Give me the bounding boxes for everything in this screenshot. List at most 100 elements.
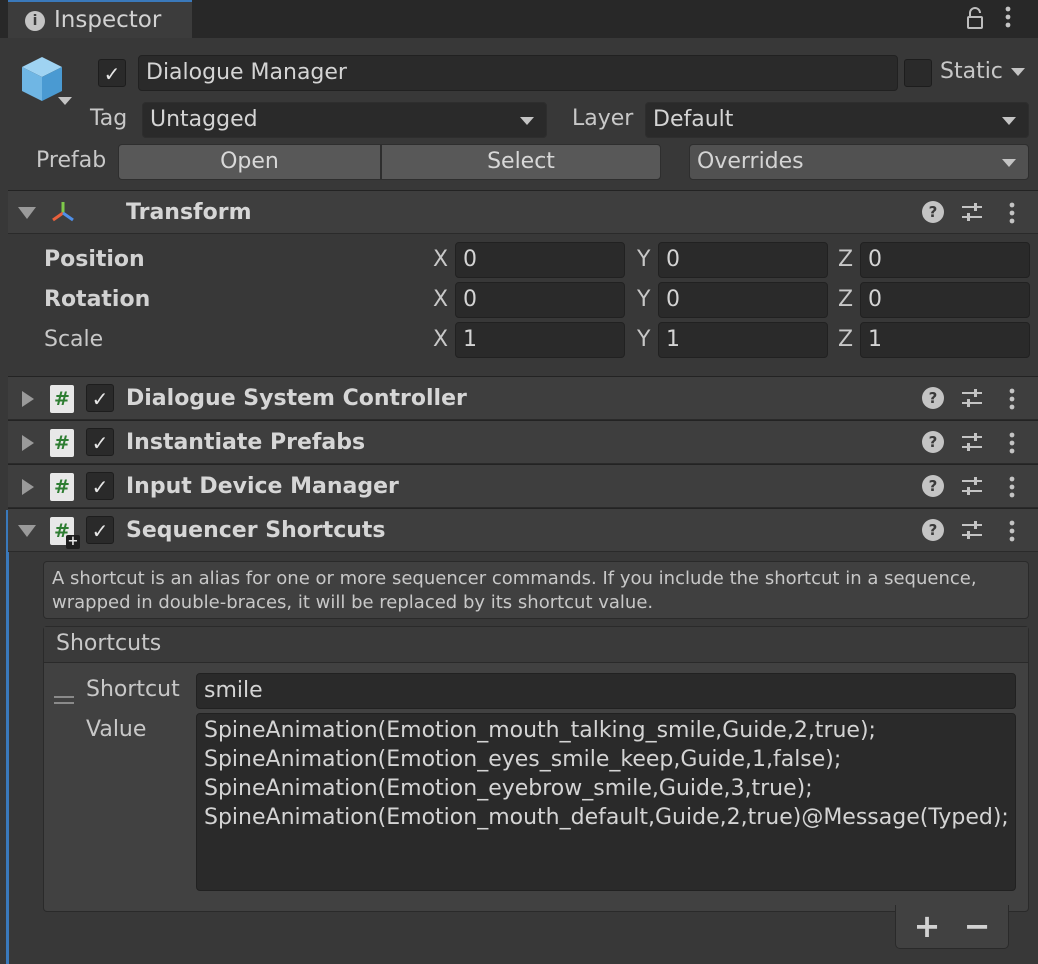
scale-y-field[interactable]: 1: [658, 322, 828, 358]
foldout-expanded-icon[interactable]: [18, 525, 36, 537]
axis-z-label[interactable]: Z: [838, 287, 853, 312]
active-checkbox[interactable]: ✓: [98, 59, 126, 87]
help-icon[interactable]: ?: [922, 519, 944, 541]
axis-y-label[interactable]: Y: [637, 327, 650, 352]
component-title: Input Device Manager: [126, 474, 399, 499]
foldout-collapsed-icon[interactable]: [22, 435, 34, 451]
component-header-dialogue-system-controller[interactable]: # ✓ Dialogue System Controller ?: [8, 376, 1038, 420]
overrides-label: Overrides: [697, 149, 804, 174]
component-enabled-checkbox[interactable]: ✓: [86, 384, 114, 412]
object-name-field[interactable]: Dialogue Manager: [138, 55, 898, 91]
value-line: SpineAnimation(Emotion_eyebrow_smile,Gui…: [204, 776, 813, 801]
layer-label: Layer: [572, 106, 634, 131]
tag-value: Untagged: [150, 107, 258, 132]
scale-x-field[interactable]: 1: [455, 322, 625, 358]
script-icon: #: [50, 385, 74, 413]
scale-label: Scale: [44, 327, 104, 352]
component-menu-icon[interactable]: [1009, 476, 1015, 498]
rotation-y-field[interactable]: 0: [658, 282, 828, 318]
transform-title: Transform: [126, 200, 252, 225]
component-menu-icon[interactable]: [1009, 520, 1015, 542]
tab-title: Inspector: [54, 7, 162, 33]
prefab-label: Prefab: [36, 148, 107, 173]
foldout-collapsed-icon[interactable]: [22, 479, 34, 495]
help-icon[interactable]: ?: [922, 201, 944, 223]
shortcut-label: Shortcut: [86, 677, 180, 702]
rotation-label: Rotation: [44, 287, 151, 312]
position-y-field[interactable]: 0: [658, 242, 828, 278]
shortcuts-list-title: Shortcuts: [56, 631, 162, 656]
position-label: Position: [44, 247, 145, 272]
value-label: Value: [86, 717, 147, 742]
component-menu-icon[interactable]: [1009, 202, 1015, 224]
value-textarea[interactable]: SpineAnimation(Emotion_mouth_talking_smi…: [196, 713, 1016, 891]
script-icon: #: [50, 429, 74, 457]
help-box: A shortcut is an alias for one or more s…: [43, 561, 1029, 619]
script-icon: #: [50, 473, 74, 501]
info-icon: i: [25, 11, 45, 31]
axis-x-label[interactable]: X: [433, 247, 448, 272]
foldout-collapsed-icon[interactable]: [22, 391, 34, 407]
component-header-instantiate-prefabs[interactable]: # ✓ Instantiate Prefabs ?: [8, 420, 1038, 464]
value-line: SpineAnimation(Emotion_eyes_smile_keep,G…: [204, 747, 842, 772]
help-icon[interactable]: ?: [922, 475, 944, 497]
position-x-field[interactable]: 0: [455, 242, 625, 278]
static-checkbox[interactable]: [904, 59, 932, 87]
tag-dropdown[interactable]: Untagged: [142, 102, 547, 138]
presets-icon[interactable]: [961, 476, 983, 496]
selection-accent-bar: [6, 510, 9, 964]
component-header-sequencer-shortcuts[interactable]: # + ✓ Sequencer Shortcuts ?: [8, 508, 1038, 552]
component-enabled-checkbox[interactable]: ✓: [86, 472, 114, 500]
axis-y-label[interactable]: Y: [637, 287, 650, 312]
rotation-z-field[interactable]: 0: [860, 282, 1030, 318]
axis-x-label[interactable]: X: [433, 327, 448, 352]
component-title: Instantiate Prefabs: [126, 430, 366, 455]
shortcut-field[interactable]: smile: [196, 673, 1016, 709]
component-title: Dialogue System Controller: [126, 386, 467, 411]
chevron-down-icon: [520, 117, 534, 125]
axis-z-label[interactable]: Z: [838, 327, 853, 352]
position-z-field[interactable]: 0: [860, 242, 1030, 278]
layer-dropdown[interactable]: Default: [645, 102, 1029, 138]
component-enabled-checkbox[interactable]: ✓: [86, 516, 114, 544]
static-label[interactable]: Static: [940, 59, 1003, 84]
static-dropdown-icon[interactable]: [1011, 68, 1025, 76]
component-enabled-checkbox[interactable]: ✓: [86, 428, 114, 456]
icon-dropdown-arrow-icon[interactable]: [58, 97, 72, 105]
foldout-expanded-icon[interactable]: [18, 207, 36, 219]
lock-icon[interactable]: [966, 7, 984, 29]
script-add-icon: # +: [50, 517, 80, 549]
drag-handle-icon[interactable]: [54, 686, 74, 704]
layer-value: Default: [653, 107, 734, 132]
presets-icon[interactable]: [961, 432, 983, 452]
axis-y-label[interactable]: Y: [637, 247, 650, 272]
presets-icon[interactable]: [961, 520, 983, 540]
presets-icon[interactable]: [961, 388, 983, 408]
chevron-down-icon: [1002, 117, 1016, 125]
add-item-button[interactable]: +: [910, 908, 944, 944]
axis-z-label[interactable]: Z: [838, 247, 853, 272]
component-title: Sequencer Shortcuts: [126, 518, 386, 543]
help-icon[interactable]: ?: [922, 431, 944, 453]
remove-item-button[interactable]: −: [960, 908, 994, 944]
tag-label: Tag: [90, 106, 128, 131]
overrides-dropdown[interactable]: Overrides: [689, 144, 1029, 180]
transform-header[interactable]: Transform ?: [8, 190, 1038, 234]
component-menu-icon[interactable]: [1009, 388, 1015, 410]
prefab-open-button[interactable]: Open: [118, 144, 381, 180]
scale-z-field[interactable]: 1: [860, 322, 1030, 358]
component-header-input-device-manager[interactable]: # ✓ Input Device Manager ?: [8, 464, 1038, 508]
value-line: SpineAnimation(Emotion_mouth_default,Gui…: [204, 805, 1009, 830]
value-line: SpineAnimation(Emotion_mouth_talking_smi…: [204, 718, 876, 743]
help-icon[interactable]: ?: [922, 387, 944, 409]
rotation-x-field[interactable]: 0: [455, 282, 625, 318]
shortcuts-list-header[interactable]: [44, 627, 1028, 663]
tab-menu-icon[interactable]: [1005, 6, 1011, 28]
tab-inspector[interactable]: i Inspector: [8, 0, 192, 38]
prefab-select-button[interactable]: Select: [381, 144, 661, 180]
presets-icon[interactable]: [961, 202, 983, 222]
transform-icon: [50, 199, 76, 225]
axis-x-label[interactable]: X: [433, 287, 448, 312]
component-menu-icon[interactable]: [1009, 432, 1015, 454]
chevron-down-icon: [1002, 159, 1016, 167]
